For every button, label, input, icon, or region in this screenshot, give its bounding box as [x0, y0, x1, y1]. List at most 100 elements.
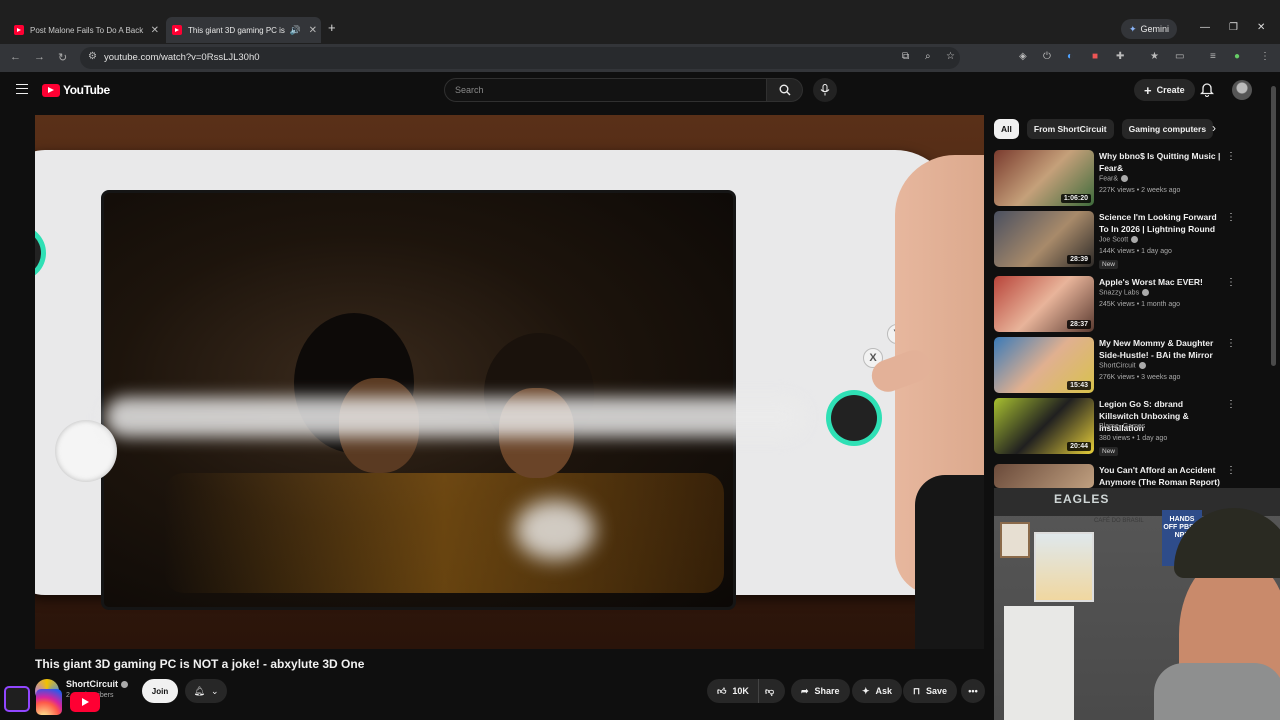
- sparkle-icon: ✦: [1129, 23, 1137, 34]
- recommendation-meta: 380 views • 1 day ago: [1099, 435, 1168, 442]
- chevron-down-icon: ⌄: [210, 685, 219, 696]
- create-label: Create: [1156, 85, 1185, 95]
- close-tab-icon[interactable]: ✕: [309, 25, 317, 36]
- bookmark-star-icon[interactable]: ☆: [946, 51, 955, 62]
- youtube-logo[interactable]: YouTube: [42, 83, 110, 97]
- more-vertical-icon[interactable]: ⋮: [1226, 399, 1236, 410]
- chip-from-shortcircuit[interactable]: From ShortCircuit: [1026, 119, 1114, 139]
- ask-label: Ask: [875, 686, 893, 696]
- forward-icon[interactable]: →: [34, 51, 45, 63]
- chevron-right-icon[interactable]: ›: [1212, 121, 1216, 135]
- save-button[interactable]: ⊓ Save: [903, 679, 958, 703]
- gemini-button[interactable]: ✦ Gemini: [1121, 19, 1178, 39]
- chip-all[interactable]: All: [994, 119, 1019, 139]
- join-button[interactable]: Join: [142, 679, 178, 703]
- webcam-shelf-sign: EAGLES: [1054, 492, 1110, 506]
- video-player[interactable]: Y X B: [35, 115, 984, 649]
- voice-search-button[interactable]: [813, 78, 837, 102]
- chip-gaming-computers[interactable]: Gaming computers: [1121, 119, 1214, 139]
- account-avatar[interactable]: [1232, 80, 1252, 100]
- bookmarks-icon[interactable]: ★: [1150, 51, 1159, 62]
- reload-icon[interactable]: ↻: [58, 51, 67, 64]
- scrollbar[interactable]: [1271, 86, 1276, 366]
- adblock-extension-icon[interactable]: ■: [1092, 51, 1098, 62]
- new-tab-button[interactable]: +: [328, 20, 336, 35]
- more-vertical-icon[interactable]: ⋮: [1226, 151, 1236, 162]
- notifications-bell-icon[interactable]: [1200, 82, 1214, 97]
- recommendation-item[interactable]: 15:43 My New Mommy & Daughter Side-Hustl…: [994, 337, 1239, 395]
- search-input[interactable]: [455, 83, 745, 97]
- video-thumbnail[interactable]: 15:43: [994, 337, 1094, 393]
- browser-menu-icon[interactable]: ⋮: [1260, 51, 1270, 62]
- webcam-whiteboard: [1004, 606, 1074, 720]
- profile-icon[interactable]: ●: [1234, 51, 1240, 62]
- puzzle-icon[interactable]: ✚: [1116, 51, 1124, 62]
- search-icon: [779, 84, 790, 96]
- maximize-icon[interactable]: ❐: [1229, 22, 1238, 33]
- close-window-icon[interactable]: ✕: [1257, 22, 1265, 33]
- recommendation-channel: Snazzy Labs: [1099, 289, 1150, 296]
- more-actions-button[interactable]: •••: [961, 679, 985, 703]
- recommendation-title[interactable]: Science I'm Looking Forward To In 2026 |…: [1099, 211, 1224, 235]
- menu-icon[interactable]: [16, 84, 28, 94]
- verified-icon: [1138, 362, 1146, 369]
- video-duration: 1:06:20: [1060, 194, 1091, 203]
- share-button[interactable]: ➦ Share: [791, 679, 850, 703]
- video-title: This giant 3D gaming PC is NOT a joke! -…: [35, 657, 365, 671]
- share-icon: ➦: [801, 685, 809, 696]
- recommendation-item[interactable]: 20:44 Legion Go S: dbrand Killswitch Unb…: [994, 398, 1239, 456]
- microphone-icon: [820, 84, 830, 96]
- recommendation-title[interactable]: You Can't Afford an Accident Anymore (Th…: [1099, 464, 1224, 488]
- recommendation-item[interactable]: 28:39 Science I'm Looking Forward To In …: [994, 211, 1239, 269]
- browser-tab-active[interactable]: This giant 3D gaming PC is 🔊 ✕: [166, 17, 321, 43]
- minimize-icon[interactable]: —: [1200, 22, 1210, 33]
- webcam-overlay: EAGLES CAFÉ DO BRASIL HANDS OFF PBS & NP…: [994, 488, 1280, 720]
- video-thumbnail[interactable]: 28:37: [994, 276, 1094, 332]
- search-button[interactable]: [767, 78, 803, 102]
- subscribed-button[interactable]: 🔔︎ ⌄: [185, 679, 227, 703]
- twitch-icon: [4, 686, 30, 712]
- address-bar[interactable]: ⚙ youtube.com/watch?v=0RssLJL30h0 ☆ ⌕ ⧉: [80, 47, 960, 69]
- more-vertical-icon[interactable]: ⋮: [1226, 277, 1236, 288]
- install-app-icon[interactable]: ⧉: [902, 51, 909, 62]
- site-info-icon[interactable]: ⚙: [88, 51, 97, 62]
- webcam-poster: [1000, 522, 1030, 558]
- media-control-icon[interactable]: ≡: [1210, 51, 1216, 62]
- sparkle-icon: ✦: [862, 685, 870, 696]
- video-thumbnail[interactable]: 20:44: [994, 398, 1094, 454]
- speaker-icon[interactable]: 🔊: [290, 25, 301, 36]
- recommendation-item[interactable]: 28:37 Apple's Worst Mac EVER! Snazzy Lab…: [994, 276, 1239, 334]
- create-button[interactable]: + Create: [1134, 79, 1195, 101]
- dislike-button[interactable]: 👎︎: [759, 679, 785, 703]
- more-vertical-icon[interactable]: ⋮: [1226, 338, 1236, 349]
- more-horizontal-icon: •••: [968, 686, 978, 696]
- search-box[interactable]: [444, 78, 767, 102]
- side-panel-icon[interactable]: ▭: [1175, 51, 1184, 62]
- video-thumbnail[interactable]: [994, 464, 1094, 488]
- verified-icon: [121, 681, 129, 689]
- audio-extension-icon[interactable]: ◐: [1067, 51, 1073, 62]
- recommendation-item[interactable]: 1:06:20 Why bbno$ Is Quitting Music | Fe…: [994, 150, 1239, 208]
- more-vertical-icon[interactable]: ⋮: [1226, 465, 1236, 476]
- like-button[interactable]: 👍︎ 10K: [707, 679, 759, 703]
- more-vertical-icon[interactable]: ⋮: [1226, 212, 1236, 223]
- recommendation-title[interactable]: My New Mommy & Daughter Side-Hustle! - B…: [1099, 337, 1224, 361]
- url-text[interactable]: youtube.com/watch?v=0RssLJL30h0: [104, 52, 260, 63]
- recommendation-item[interactable]: You Can't Afford an Accident Anymore (Th…: [994, 464, 1239, 488]
- video-thumbnail[interactable]: 28:39: [994, 211, 1094, 267]
- recommendation-title[interactable]: Apple's Worst Mac EVER!: [1099, 276, 1224, 288]
- recommendation-meta: 144K views • 1 day ago: [1099, 248, 1172, 255]
- video-thumbnail[interactable]: 1:06:20: [994, 150, 1094, 206]
- video-duration: 15:43: [1067, 381, 1091, 390]
- extension-icon[interactable]: ◈: [1019, 51, 1027, 62]
- power-icon[interactable]: ⏻: [1043, 51, 1051, 62]
- channel-name-text[interactable]: ShortCircuit: [66, 679, 118, 689]
- recommendation-title[interactable]: Why bbno$ Is Quitting Music | Fear&: [1099, 150, 1224, 174]
- close-tab-icon[interactable]: ✕: [151, 25, 159, 36]
- back-icon[interactable]: ←: [10, 51, 21, 63]
- dpad: [55, 420, 117, 482]
- zoom-icon[interactable]: ⌕: [925, 51, 931, 62]
- channel-name[interactable]: ShortCircuit: [66, 679, 129, 689]
- browser-tab-post-malone[interactable]: Post Malone Fails To Do A Back ✕: [8, 17, 163, 43]
- ask-button[interactable]: ✦ Ask: [852, 679, 903, 703]
